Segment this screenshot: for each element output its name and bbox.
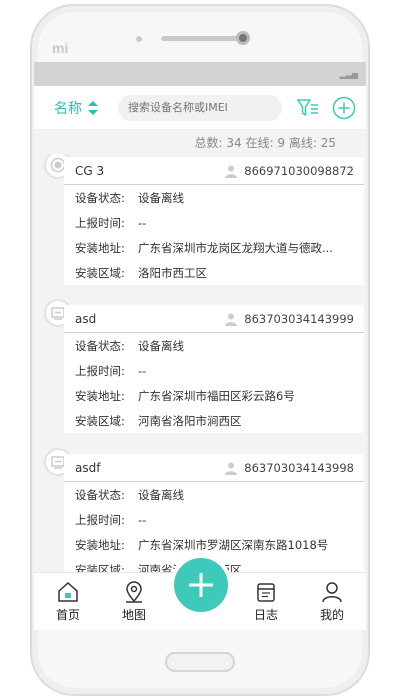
device-imei: 863703034143999 bbox=[224, 312, 354, 326]
imei-value: 863703034143998 bbox=[244, 460, 354, 475]
top-bar: 名称 bbox=[34, 86, 366, 130]
plus-icon bbox=[189, 573, 213, 597]
area-label: 安装区域: bbox=[75, 562, 125, 573]
report-time-row: 上报时间: -- bbox=[64, 358, 364, 383]
tab-home-label: 首页 bbox=[55, 608, 80, 622]
device-card[interactable]: asd 863703034143999 设备状态: 设备离线 上报时间: -- 安装… bbox=[64, 305, 364, 433]
app-screen: ▂▃▅ 名称 总数: 34 在线: 9 离线: 25 bbox=[34, 62, 366, 630]
search-input[interactable] bbox=[118, 95, 282, 121]
total-label: 总数: bbox=[194, 136, 223, 150]
earpiece bbox=[161, 36, 239, 41]
sort-arrows-icon bbox=[88, 101, 98, 115]
device-card[interactable]: asdf 863703034143998 设备状态: 设备离线 上报时间: -- 安… bbox=[64, 454, 364, 572]
status-label: 设备状态: bbox=[75, 338, 125, 353]
online-label: 在线: bbox=[245, 136, 274, 150]
map-pin-icon bbox=[126, 581, 142, 603]
address-label: 安装地址: bbox=[75, 388, 125, 403]
device-name: asd bbox=[75, 311, 97, 326]
address-value: 广东省深圳市福田区彩云路6号 bbox=[138, 388, 295, 403]
address-label: 安装地址: bbox=[75, 240, 125, 255]
device-imei: 863703034143998 bbox=[224, 461, 354, 475]
tab-mine[interactable]: 我的 bbox=[308, 581, 356, 623]
person-icon bbox=[225, 165, 238, 178]
signal-icon: ▂▃▅ bbox=[339, 70, 358, 79]
device-imei: 866971030098872 bbox=[224, 164, 354, 178]
device-card-header: CG 3 866971030098872 bbox=[64, 157, 364, 185]
home-icon bbox=[58, 581, 78, 602]
add-device-icon[interactable] bbox=[332, 96, 356, 120]
add-button[interactable] bbox=[174, 558, 228, 612]
status-label: 设备状态: bbox=[75, 487, 125, 502]
status-value: 设备离线 bbox=[138, 190, 184, 205]
filter-icon[interactable] bbox=[296, 97, 320, 119]
tab-map-label: 地图 bbox=[121, 608, 146, 622]
phone-home-button bbox=[165, 652, 235, 672]
front-sensor bbox=[136, 36, 142, 42]
status-bar: ▂▃▅ bbox=[34, 62, 366, 86]
sort-label: 名称 bbox=[54, 101, 82, 117]
imei-value: 866971030098872 bbox=[244, 163, 354, 178]
report-time-value: -- bbox=[138, 215, 147, 230]
tab-log[interactable]: 日志 bbox=[242, 581, 290, 623]
front-camera bbox=[236, 31, 250, 45]
imei-value: 863703034143999 bbox=[244, 311, 354, 326]
address-value: 广东省深圳市罗湖区深南东路1018号 bbox=[138, 537, 329, 552]
status-row: 设备状态: 设备离线 bbox=[64, 185, 364, 210]
device-name: CG 3 bbox=[75, 163, 105, 178]
address-row: 安装地址: 广东省深圳市福田区彩云路6号 bbox=[64, 383, 364, 408]
device-list: CG 3 866971030098872 设备状态: 设备离线 上报时间: -- 安… bbox=[34, 154, 366, 572]
area-row: 安装区域: 河南省洛阳市涧西区 bbox=[64, 408, 364, 433]
person-icon bbox=[225, 462, 238, 475]
report-time-label: 上报时间: bbox=[75, 215, 125, 230]
area-label: 安装区域: bbox=[75, 413, 125, 428]
report-time-row: 上报时间: -- bbox=[64, 507, 364, 532]
tab-home[interactable]: 首页 bbox=[44, 581, 92, 623]
report-time-value: -- bbox=[138, 363, 147, 378]
offline-label: 离线: bbox=[288, 136, 317, 150]
area-value: 河南省洛阳市涧西区 bbox=[138, 413, 242, 428]
tab-mine-label: 我的 bbox=[319, 608, 344, 622]
device-summary: 总数: 34 在线: 9 离线: 25 bbox=[34, 130, 366, 152]
device-card-header: asd 863703034143999 bbox=[64, 305, 364, 333]
tab-map[interactable]: 地图 bbox=[110, 581, 158, 623]
online-count: 9 bbox=[277, 136, 286, 150]
area-row: 安装区域: 洛阳市西工区 bbox=[64, 260, 364, 285]
status-value: 设备离线 bbox=[138, 338, 184, 353]
area-label: 安装区域: bbox=[75, 265, 125, 280]
device-card[interactable]: CG 3 866971030098872 设备状态: 设备离线 上报时间: -- 安… bbox=[64, 157, 364, 285]
status-value: 设备离线 bbox=[138, 487, 184, 502]
brand-logo: mi bbox=[52, 40, 69, 56]
area-value: 洛阳市西工区 bbox=[138, 265, 207, 280]
report-time-row: 上报时间: -- bbox=[64, 210, 364, 235]
address-value: 广东省深圳市龙岗区龙翔大道与德政... bbox=[138, 240, 333, 255]
user-icon bbox=[322, 582, 342, 603]
status-row: 设备状态: 设备离线 bbox=[64, 482, 364, 507]
address-label: 安装地址: bbox=[75, 537, 125, 552]
status-row: 设备状态: 设备离线 bbox=[64, 333, 364, 358]
report-time-label: 上报时间: bbox=[75, 363, 125, 378]
device-card-header: asdf 863703034143998 bbox=[64, 454, 364, 482]
person-icon bbox=[225, 313, 238, 326]
offline-count: 25 bbox=[320, 136, 336, 150]
sort-by-name-button[interactable]: 名称 bbox=[54, 98, 98, 118]
total-count: 34 bbox=[226, 136, 242, 150]
report-time-value: -- bbox=[138, 512, 147, 527]
address-row: 安装地址: 广东省深圳市罗湖区深南东路1018号 bbox=[64, 532, 364, 557]
address-row: 安装地址: 广东省深圳市龙岗区龙翔大道与德政... bbox=[64, 235, 364, 260]
report-time-label: 上报时间: bbox=[75, 512, 125, 527]
status-label: 设备状态: bbox=[75, 190, 125, 205]
calendar-icon bbox=[257, 583, 275, 602]
tab-log-label: 日志 bbox=[253, 608, 278, 622]
device-name: asdf bbox=[75, 460, 101, 475]
